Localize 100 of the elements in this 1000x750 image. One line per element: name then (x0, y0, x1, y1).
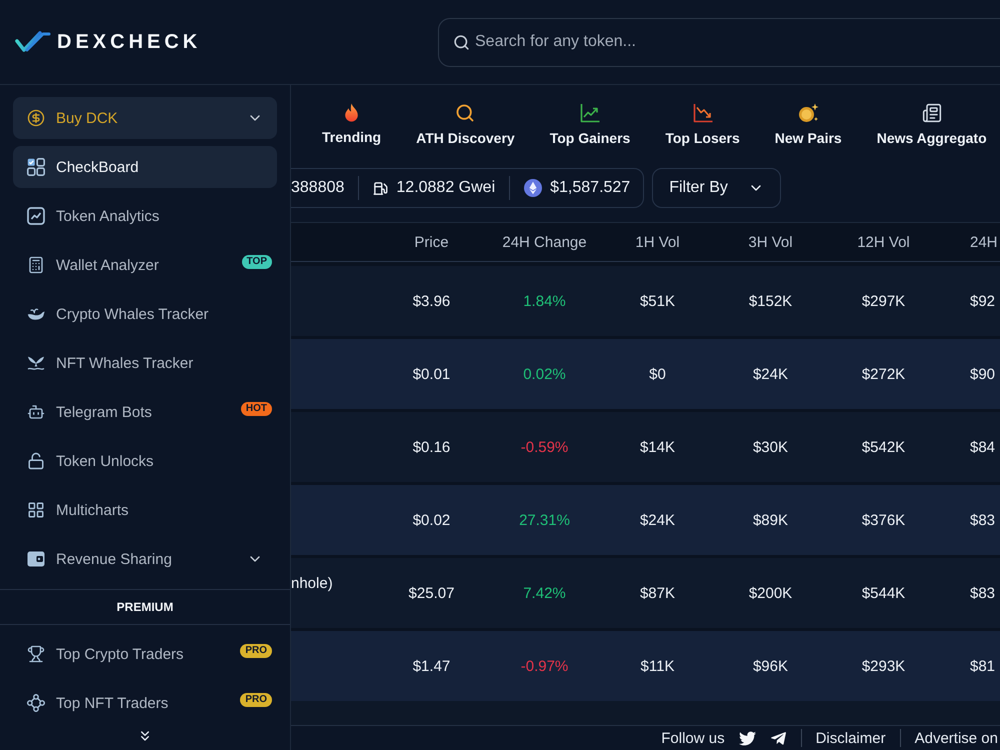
sidebar-item[interactable]: Revenue Sharing (13, 538, 277, 580)
table-cell: $90 (970, 366, 996, 382)
whale-icon (27, 307, 45, 321)
robot-icon (27, 403, 45, 421)
table-row[interactable]: $0.02 27.31% $24K $89K $376K $83 (291, 485, 1000, 555)
magnifier-icon (455, 103, 476, 123)
table-cell: $92 (970, 292, 996, 310)
sidebar-item[interactable]: Buy DCK (13, 97, 277, 139)
label-badge: PRO (240, 644, 272, 658)
flame-icon (345, 103, 358, 122)
nav-tab[interactable]: ATH Discovery (416, 103, 515, 149)
nav-tab[interactable]: Top Losers (665, 103, 740, 149)
fuel-pump-icon (373, 180, 388, 196)
table-cell: $30K (752, 438, 788, 456)
table-cell: $25.07 (408, 584, 454, 602)
sidebar-item[interactable]: CheckBoard (13, 146, 277, 188)
sidebar-item[interactable]: Wallet Analyzer TOP (13, 244, 277, 286)
column-header[interactable]: 24H Change (502, 234, 587, 250)
sidebar-item[interactable]: Telegram Bots HOT (13, 391, 277, 433)
search-field[interactable]: Search for any token... (438, 18, 1000, 66)
column-header[interactable]: Price (414, 234, 449, 250)
table-row[interactable]: $0.01 0.02% $0 $24K $272K $90 (291, 339, 1000, 409)
table-cell: $51K (640, 292, 676, 310)
table-cell: $0.16 (412, 438, 450, 456)
filter-dropdown[interactable]: Filter By (652, 168, 781, 208)
table-row[interactable]: $1.47 -0.97% $11K $96K $293K $81 (291, 631, 1000, 701)
column-header[interactable]: 3H Vol (748, 234, 793, 250)
table-cell: $3.96 (412, 292, 450, 310)
table-cell: $87K (640, 584, 676, 602)
column-header[interactable]: 24H (970, 234, 998, 250)
table-row[interactable]: $0.16 -0.59% $14K $30K $542K $84 (291, 412, 1000, 482)
table-cell: $542K (862, 438, 906, 456)
table-cell: $11K (640, 658, 674, 674)
table-cell: -0.59% (520, 438, 568, 456)
table-cell: 27.31% (519, 512, 570, 528)
newspaper-icon (922, 103, 942, 123)
search-icon (453, 34, 470, 50)
sidebar-item[interactable]: Multicharts (13, 489, 277, 531)
sidebar-item[interactable]: Token Analytics (13, 195, 277, 237)
falling-chart-icon (692, 103, 713, 123)
footer-link[interactable]: Disclaimer (816, 730, 886, 746)
logo-text: DEXCHECK (57, 30, 202, 54)
label-badge: HOT (240, 402, 272, 416)
diamond-coin-icon (524, 179, 542, 197)
table-row[interactable]: $3.96 1.84% $51K $152K $297K $92 (291, 266, 1000, 336)
sidebar-item[interactable]: Token Unlocks (13, 440, 277, 482)
table-cell: 7.42% (523, 584, 566, 602)
line-chart-icon (27, 207, 45, 225)
nav-tab[interactable]: New Pairs (774, 103, 842, 149)
table-cell: nhole) (291, 575, 333, 592)
unlocked-padlock-icon (27, 452, 45, 470)
table-cell: $1.47 (412, 658, 450, 674)
logo-icon (15, 31, 51, 53)
table-cell: $0 (649, 366, 666, 382)
grid-check-icon (27, 158, 45, 176)
label-badge: PRO (240, 693, 272, 707)
rising-chart-icon (580, 103, 600, 123)
table-cell: $96K (752, 658, 788, 674)
table-cell: $272K (862, 366, 906, 382)
sidebar-item[interactable]: Top Crypto Traders PRO (13, 633, 277, 675)
table-cell: $0.01 (412, 366, 450, 382)
table-cell: $544K (862, 584, 906, 602)
stat-value: 388808 (291, 179, 344, 197)
table-cell: $24K (752, 366, 788, 382)
table-cell: $297K (862, 292, 906, 310)
table-cell: 1.84% (523, 292, 566, 310)
stat-value: 12.0882 Gwei (396, 179, 496, 197)
wallet-icon (27, 551, 45, 567)
paper-plane-icon[interactable] (770, 730, 787, 746)
table-cell: 0.02% (523, 366, 566, 382)
table-cell: $24K (640, 512, 676, 528)
table-cell: $152K (748, 292, 792, 310)
sidebar-item[interactable]: Crypto Whales Tracker (13, 293, 277, 335)
column-header[interactable]: 12H Vol (857, 234, 910, 250)
table-cell: $83 (970, 512, 996, 528)
table-cell: $84 (970, 438, 996, 456)
table-cell: $89K (752, 512, 788, 528)
nav-tab[interactable]: Trending (322, 103, 382, 149)
dollar-coin-icon (27, 109, 45, 127)
nav-tab[interactable]: News Aggregato (876, 103, 987, 149)
table-cell: $293K (862, 658, 906, 674)
column-header[interactable]: 1H Vol (635, 234, 680, 250)
bird-icon[interactable] (738, 730, 756, 746)
table-cell: $376K (862, 512, 906, 528)
calculator-icon (27, 256, 45, 274)
table-cell: $0.02 (412, 512, 450, 528)
table-cell: $83 (970, 584, 996, 602)
nav-tab[interactable]: Top Gainers (550, 103, 630, 149)
sidebar-item[interactable]: Top NFT Traders PRO (13, 682, 277, 724)
sidebar-item[interactable]: NFT Whales Tracker (13, 342, 277, 384)
grid-icon (27, 501, 45, 519)
table-cell: $200K (748, 584, 792, 602)
network-icon (27, 694, 45, 712)
table-cell: -0.97% (520, 658, 568, 674)
whale-tail-icon (27, 355, 45, 371)
trophy-icon (27, 645, 45, 663)
footer-link[interactable]: Advertise on (914, 730, 998, 746)
table-row[interactable]: nhole) $25.07 7.42% $87K $200K $544K $83 (291, 558, 1000, 628)
table-cell: $14K (640, 438, 676, 456)
section-heading: PREMIUM (0, 589, 290, 625)
